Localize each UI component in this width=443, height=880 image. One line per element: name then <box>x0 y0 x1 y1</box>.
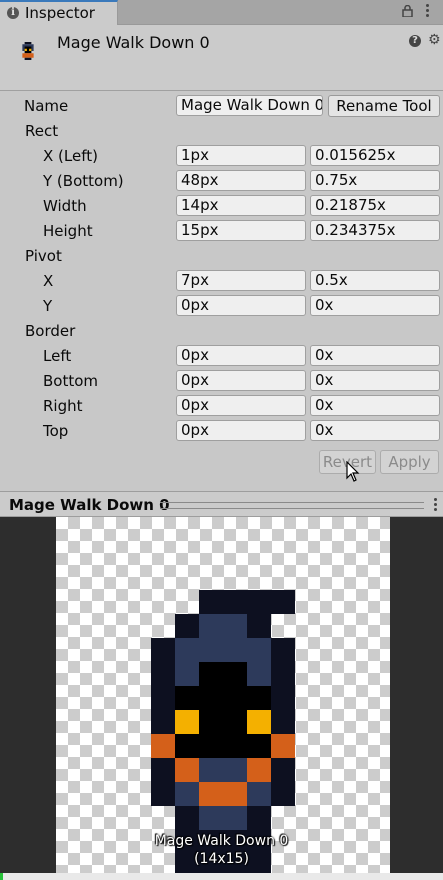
border-label: Border <box>25 322 76 340</box>
border-left-row: Left 0px 0x <box>0 343 443 368</box>
preview-title: Mage Walk Down 0 <box>9 496 170 514</box>
rect-width-label: Width <box>43 197 87 215</box>
rect-height-norm-field[interactable]: 0.234375x <box>310 220 440 241</box>
kebab-menu-icon[interactable] <box>426 4 430 19</box>
rect-width-row: Width 14px 0.21875x <box>0 193 443 218</box>
preview-caption-size: (14x15) <box>194 851 249 867</box>
apply-button[interactable]: Apply <box>380 450 439 474</box>
pivot-y-row: Y 0px 0x <box>0 293 443 318</box>
inspector-header: Mage Walk Down 0 ? ⚙ <box>0 25 443 91</box>
rename-tool-button[interactable]: Rename Tool <box>328 95 440 117</box>
border-left-norm-field[interactable]: 0x <box>310 345 440 366</box>
rect-y-label: Y (Bottom) <box>43 172 124 190</box>
border-left-px-field[interactable]: 0px <box>176 345 306 366</box>
tab-inspector-label: Inspector <box>25 4 95 22</box>
preview-caption-name: Mage Walk Down 0 <box>154 833 289 849</box>
sprite-properties: Name Mage Walk Down 0 Rename Tool Rect X… <box>0 91 443 490</box>
border-top-row: Top 0px 0x <box>0 418 443 443</box>
help-icon[interactable]: ? <box>409 35 421 47</box>
rect-width-norm-field[interactable]: 0.21875x <box>310 195 440 216</box>
border-bottom-norm-field[interactable]: 0x <box>310 370 440 391</box>
border-top-px-field[interactable]: 0px <box>176 420 306 441</box>
pivot-y-px-field[interactable]: 0px <box>176 295 306 316</box>
rect-height-label: Height <box>43 222 93 240</box>
border-right-label: Right <box>43 397 83 415</box>
rect-x-label: X (Left) <box>43 147 98 165</box>
rect-y-row: Y (Bottom) 48px 0.75x <box>0 168 443 193</box>
border-top-norm-field[interactable]: 0x <box>310 420 440 441</box>
info-icon: i <box>7 7 19 19</box>
name-label: Name <box>24 97 69 115</box>
rect-y-px-field[interactable]: 48px <box>176 170 306 191</box>
rect-x-norm-field[interactable]: 0.015625x <box>310 145 440 166</box>
rect-width-px-field[interactable]: 14px <box>176 195 306 216</box>
lock-icon[interactable] <box>402 5 413 17</box>
status-indicator <box>0 873 3 880</box>
border-bottom-row: Bottom 0px 0x <box>0 368 443 393</box>
name-field[interactable]: Mage Walk Down 0 <box>176 95 323 116</box>
rect-height-row: Height 15px 0.234375x <box>0 218 443 243</box>
pivot-x-px-field[interactable]: 7px <box>176 270 306 291</box>
sprite-preview: Mage Walk Down 0 (14x15) <box>0 517 443 873</box>
rect-height-px-field[interactable]: 15px <box>176 220 306 241</box>
border-left-label: Left <box>43 347 72 365</box>
tab-inspector[interactable]: i Inspector <box>0 0 118 25</box>
pivot-label: Pivot <box>25 247 62 265</box>
resize-grip[interactable] <box>160 502 424 509</box>
mage-sprite <box>151 590 295 873</box>
mouse-cursor-icon <box>346 461 360 482</box>
pivot-x-norm-field[interactable]: 0.5x <box>310 270 440 291</box>
sprite-thumbnail <box>22 42 34 60</box>
pivot-x-label: X <box>43 272 54 290</box>
rect-y-norm-field[interactable]: 0.75x <box>310 170 440 191</box>
inspector-title: Mage Walk Down 0 <box>57 33 210 52</box>
rect-x-px-field[interactable]: 1px <box>176 145 306 166</box>
border-right-norm-field[interactable]: 0x <box>310 395 440 416</box>
pivot-y-norm-field[interactable]: 0x <box>310 295 440 316</box>
gear-icon[interactable]: ⚙ <box>428 33 441 47</box>
rect-label: Rect <box>25 122 59 140</box>
preview-menu-icon[interactable] <box>434 498 438 513</box>
border-bottom-label: Bottom <box>43 372 99 390</box>
pivot-x-row: X 7px 0.5x <box>0 268 443 293</box>
border-right-row: Right 0px 0x <box>0 393 443 418</box>
tab-bar: i Inspector <box>0 0 443 25</box>
rect-x-row: X (Left) 1px 0.015625x <box>0 143 443 168</box>
status-strip <box>0 873 443 880</box>
pivot-y-label: Y <box>43 297 53 315</box>
name-row: Name Mage Walk Down 0 Rename Tool <box>0 93 443 118</box>
border-top-label: Top <box>43 422 69 440</box>
border-right-px-field[interactable]: 0px <box>176 395 306 416</box>
border-bottom-px-field[interactable]: 0px <box>176 370 306 391</box>
preview-header[interactable]: Mage Walk Down 0 <box>0 491 443 517</box>
